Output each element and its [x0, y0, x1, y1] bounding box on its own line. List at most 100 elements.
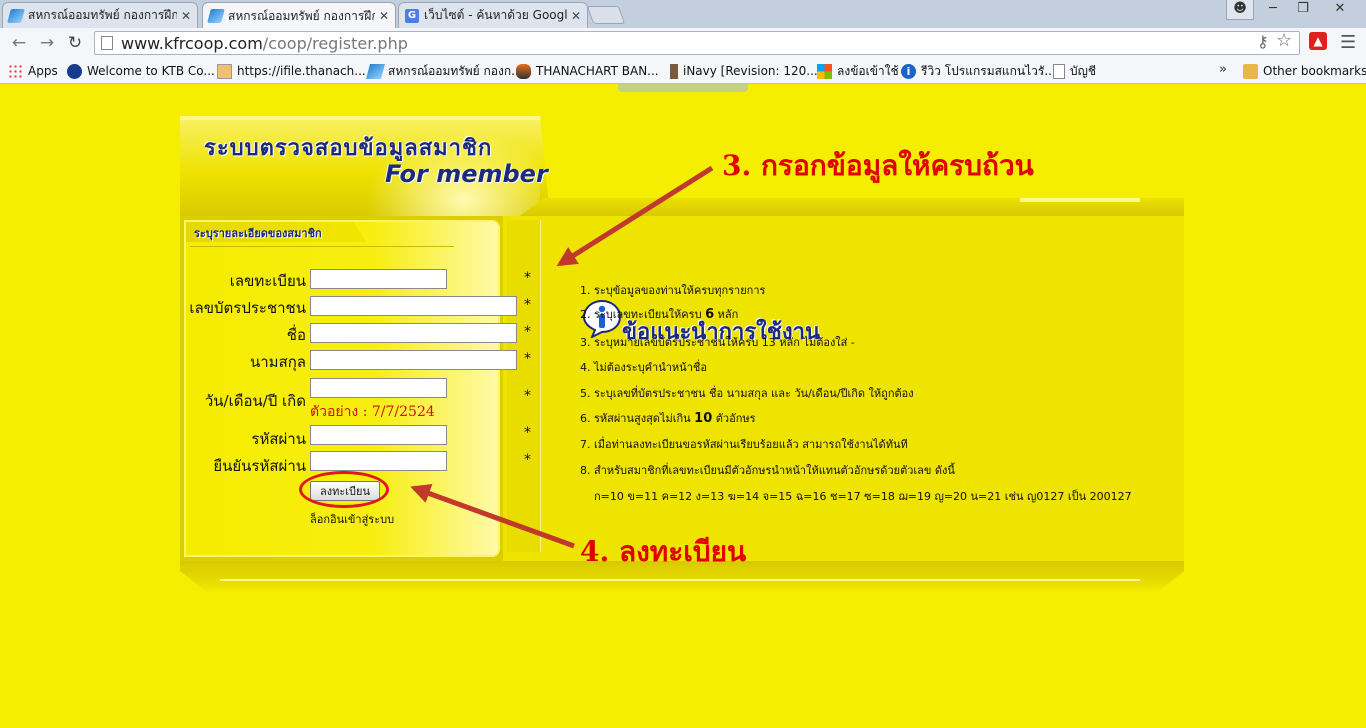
tip-text: 5. ระบุเลขที่บัตรประชาชน ชื่อ นามสกุล แล…: [580, 387, 914, 400]
tip-item: 3. ระบุหมายเลขบัตรประชาชนให้ครบ 13 หลัก …: [580, 333, 855, 351]
apps-icon: [8, 63, 23, 79]
last-name-input[interactable]: [310, 350, 517, 370]
bookmark-review[interactable]: i รีวิว โปรแกรมสแกนไวรั...: [901, 62, 1056, 80]
bookmark-inavy[interactable]: iNavy [Revision: 120...: [670, 62, 818, 80]
page-icon: [1053, 63, 1065, 79]
bookmarks-bar: Apps Welcome to KTB Co... https://ifile.…: [0, 58, 1366, 84]
bookmark-ifile[interactable]: https://ifile.thanach...: [217, 62, 366, 80]
minimize-icon[interactable]: ─: [1258, 0, 1288, 20]
bookmark-label: Other bookmarks: [1263, 64, 1366, 78]
date-example: ตัวอย่าง : 7/7/2524: [310, 404, 435, 420]
member-id-input[interactable]: [310, 269, 447, 289]
page-viewport: ระบบตรวจสอบข้อมูลสมาชิก For member ระบุร…: [0, 84, 1366, 728]
menu-icon[interactable]: ☰: [1340, 32, 1356, 53]
browser-tab-2[interactable]: สหกรณ์ออมทรัพย์ กองการฝึก ✕: [202, 2, 396, 29]
close-icon[interactable]: ✕: [571, 9, 581, 23]
bookmark-label: Apps: [28, 64, 58, 78]
label-member-id: เลขทะเบียน: [229, 272, 306, 290]
close-icon[interactable]: ✕: [181, 9, 191, 23]
other-bookmarks[interactable]: Other bookmarks: [1243, 62, 1366, 80]
password-input[interactable]: [310, 425, 447, 445]
tip-text: 3. ระบุหมายเลขบัตรประชาชนให้ครบ 13 หลัก …: [580, 336, 855, 349]
window-close-icon[interactable]: ✕: [1318, 0, 1362, 20]
new-tab-button[interactable]: [586, 6, 626, 24]
browser-tab-3[interactable]: G เว็บไซต์ - ค้นหาด้วย Google ✕: [398, 2, 588, 28]
extension-icon[interactable]: ▲: [1309, 32, 1327, 50]
bookmark-ktb[interactable]: Welcome to KTB Co...: [67, 62, 215, 80]
tip-item: 2. ระบุเลขทะเบียนให้ครบ 6 หลัก: [580, 305, 738, 323]
folder-icon: [1243, 63, 1258, 79]
bookmark-label: iNavy [Revision: 120...: [683, 64, 818, 78]
first-name-input[interactable]: [310, 323, 517, 343]
tip-item: ก=10 ข=11 ค=12 ง=13 ฆ=14 จ=15 ฉ=16 ช=17 …: [594, 487, 1132, 505]
required-marker: *: [524, 452, 531, 468]
bookmark-windows[interactable]: ลงข้อเข้าใช้: [817, 62, 899, 80]
tip-text: ก=10 ข=11 ค=12 ง=13 ฆ=14 จ=15 ฉ=16 ช=17 …: [594, 490, 1132, 503]
reload-icon[interactable]: ↻: [64, 32, 86, 54]
annotation-step-4: 4. ลงทะเบียน: [580, 535, 747, 568]
birth-date-input[interactable]: [310, 378, 447, 398]
thanachart-icon: [516, 63, 531, 79]
browser-chrome: สหกรณ์ออมทรัพย์ กองการฝึก ✕ สหกรณ์ออมทรั…: [0, 0, 1366, 84]
user-icon[interactable]: ☻: [1226, 0, 1254, 20]
tip-text-after: ตัวอักษร: [715, 412, 756, 425]
bookmark-label: https://ifile.thanach...: [237, 64, 366, 78]
tab-title: เว็บไซต์ - ค้นหาด้วย Google: [424, 8, 567, 22]
bookmark-kfc[interactable]: สหกรณ์ออมทรัพย์ กองก...: [365, 62, 523, 80]
required-marker: *: [524, 324, 531, 340]
tab-title: สหกรณ์ออมทรัพย์ กองการฝึก: [28, 8, 177, 22]
required-marker: *: [524, 425, 531, 441]
bookmarks-overflow-icon[interactable]: »: [1219, 62, 1227, 77]
bookmark-label: สหกรณ์ออมทรัพย์ กองก...: [388, 63, 523, 78]
ktb-icon: [67, 63, 82, 79]
windows-icon: [817, 63, 832, 79]
login-link[interactable]: ล็อกอินเข้าสู่ระบบ: [310, 510, 394, 528]
tip-text: 4. ไม่ต้องระบุคำนำหน้าชื่อ: [580, 361, 707, 374]
page-subtitle: For member: [385, 160, 548, 188]
kfc-icon: [7, 8, 25, 23]
confirm-password-input[interactable]: [310, 451, 447, 471]
forward-icon[interactable]: →: [36, 32, 58, 54]
tip-item: 7. เมื่อท่านลงทะเบียนขอรหัสผ่านเรียบร้อย…: [580, 435, 908, 453]
address-bar[interactable]: www.kfrcoop.com/coop/register.php: [94, 31, 1300, 55]
tip-text-after: หลัก: [717, 308, 739, 321]
url-text[interactable]: www.kfrcoop.com/coop/register.php: [121, 34, 408, 53]
ifile-icon: [217, 63, 232, 79]
header-right-bar: [520, 198, 1184, 216]
back-icon[interactable]: ←: [8, 32, 30, 54]
browser-tab-1[interactable]: สหกรณ์ออมทรัพย์ กองการฝึก ✕: [2, 2, 198, 28]
google-icon: G: [405, 8, 419, 23]
tip-bold: 10: [694, 411, 713, 426]
bookmark-account[interactable]: บัญชี: [1053, 62, 1096, 80]
star-icon[interactable]: ☆: [1276, 30, 1292, 51]
tip-bold: 6: [705, 307, 715, 322]
key-icon[interactable]: ⚷: [1257, 32, 1269, 51]
citizen-id-input[interactable]: [310, 296, 517, 316]
label-first-name: ชื่อ: [286, 326, 306, 344]
tip-item: 1. ระบุข้อมูลของท่านให้ครบทุกรายการ: [580, 281, 765, 299]
top-decoration: [618, 84, 748, 92]
tip-item: 4. ไม่ต้องระบุคำนำหน้าชื่อ: [580, 358, 707, 376]
tip-item: 8. สำหรับสมาชิกที่เลขทะเบียนมีตัวอักษรนำ…: [580, 461, 955, 479]
kfc-icon: [207, 9, 225, 23]
restore-icon[interactable]: ❐: [1288, 0, 1318, 20]
label-password: รหัสผ่าน: [251, 430, 306, 448]
info-icon: i: [901, 63, 916, 79]
tip-item: 6. รหัสผ่านสูงสุดไม่เกิน 10 ตัวอักษร: [580, 409, 756, 427]
required-marker: *: [524, 297, 531, 313]
bookmark-apps[interactable]: Apps: [8, 62, 58, 80]
tip-item: 5. ระบุเลขที่บัตรประชาชน ชื่อ นามสกุล แล…: [580, 384, 914, 402]
bookmark-label: THANACHART BAN...: [536, 64, 659, 78]
panel-title: ระบุรายละเอียดของสมาชิก: [194, 227, 322, 240]
kfc-icon: [365, 63, 386, 79]
tab-strip: สหกรณ์ออมทรัพย์ กองการฝึก ✕ สหกรณ์ออมทรั…: [0, 0, 1366, 29]
bookmark-label: บัญชี: [1070, 63, 1096, 78]
required-marker: *: [524, 270, 531, 286]
tab-title: สหกรณ์ออมทรัพย์ กองการฝึก: [228, 8, 375, 23]
tip-text: 2. ระบุเลขทะเบียนให้ครบ: [580, 308, 702, 321]
label-last-name: นามสกุล: [250, 353, 306, 371]
bookmark-label: ลงข้อเข้าใช้: [837, 63, 899, 78]
bookmark-thanachart[interactable]: THANACHART BAN...: [516, 62, 659, 80]
close-icon[interactable]: ✕: [379, 9, 389, 23]
url-path: /coop/register.php: [262, 34, 408, 53]
